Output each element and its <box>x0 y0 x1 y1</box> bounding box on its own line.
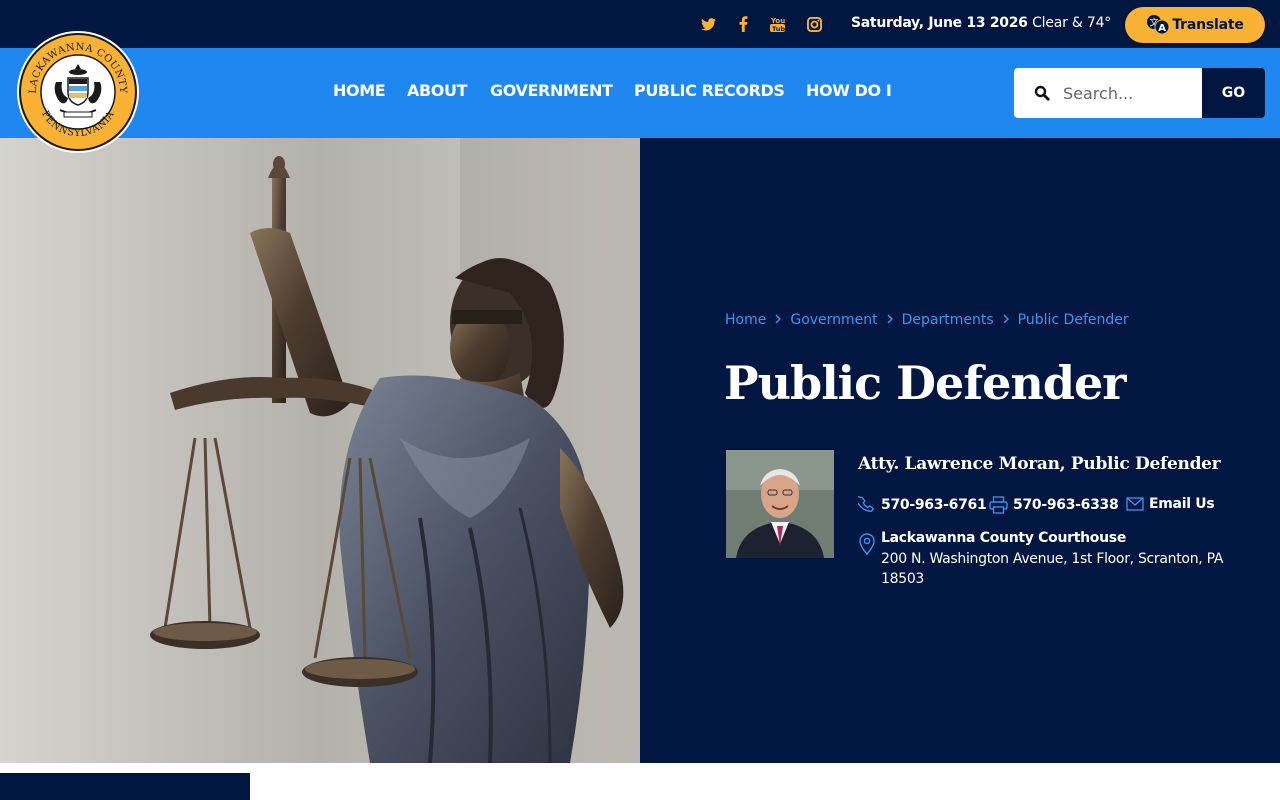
weather-status: Clear & 74° <box>1032 15 1112 31</box>
youtube-icon[interactable]: YouTube <box>769 16 785 32</box>
search-icon <box>1034 85 1050 101</box>
breadcrumb-government[interactable]: Government <box>790 312 877 328</box>
translate-button[interactable]: 文 A Translate <box>1125 7 1265 43</box>
translate-label: Translate <box>1172 17 1244 33</box>
current-date: Saturday, June 13 2026 <box>851 15 1028 31</box>
section-block <box>0 773 250 800</box>
breadcrumb: Home Government Departments Public Defen… <box>725 312 1129 328</box>
page-title: Public Defender <box>724 356 1126 410</box>
county-seal-logo[interactable]: LACKAWANNA COUNTY PENNSYLVANIA <box>16 30 140 154</box>
date-weather: Saturday, June 13 2026 Clear & 74° <box>851 15 1111 31</box>
svg-text:Tube: Tube <box>772 25 785 32</box>
twitter-icon[interactable] <box>700 16 716 32</box>
instagram-icon[interactable] <box>806 16 822 32</box>
phone-number: 570-963-6761 <box>881 497 987 513</box>
contact-name: Atty. Lawrence Moran, Public Defender <box>858 454 1221 474</box>
breadcrumb-departments[interactable]: Departments <box>902 312 994 328</box>
mail-icon <box>1126 497 1144 511</box>
email-label: Email Us <box>1149 496 1215 512</box>
nav-item-home[interactable]: HOME <box>333 81 407 100</box>
search-input[interactable] <box>1063 83 1193 103</box>
email-link[interactable]: Email Us <box>1126 496 1215 512</box>
map-pin-icon <box>858 533 876 559</box>
address-line: 200 N. Washington Avenue, 1st Floor, Scr… <box>881 551 1224 587</box>
fax-number: 570-963-6338 <box>1013 497 1119 513</box>
phone-link[interactable]: 570-963-6761 <box>858 496 987 514</box>
chevron-right-icon <box>994 313 1018 327</box>
primary-nav: HOME ABOUT GOVERNMENT PUBLIC RECORDS HOW… <box>333 81 896 100</box>
svg-text:You: You <box>770 17 785 25</box>
nav-item-public-records[interactable]: PUBLIC RECORDS <box>634 81 806 100</box>
search-box <box>1014 68 1202 118</box>
fax-icon <box>989 496 1008 514</box>
nav-item-government[interactable]: GOVERNMENT <box>490 81 634 100</box>
translate-icon: 文 A <box>1146 14 1170 36</box>
nav-item-how-do-i[interactable]: HOW DO I <box>806 81 896 100</box>
lady-justice-image <box>0 138 640 763</box>
search-go-button[interactable]: GO <box>1202 68 1265 118</box>
fax-link[interactable]: 570-963-6338 <box>989 496 1119 514</box>
chevron-right-icon <box>878 313 902 327</box>
svg-text:A: A <box>1159 23 1167 34</box>
chevron-right-icon <box>766 313 790 327</box>
top-utility-bar: YouTube Saturday, June 13 2026 Clear & 7… <box>0 0 1280 48</box>
facebook-icon[interactable] <box>735 16 751 32</box>
breadcrumb-home[interactable]: Home <box>725 312 766 328</box>
public-defender-photo <box>726 450 834 558</box>
address-title: Lackawanna County Courthouse <box>881 530 1127 546</box>
breadcrumb-public-defender[interactable]: Public Defender <box>1018 312 1129 328</box>
phone-icon <box>858 496 876 514</box>
nav-item-about[interactable]: ABOUT <box>407 81 490 100</box>
